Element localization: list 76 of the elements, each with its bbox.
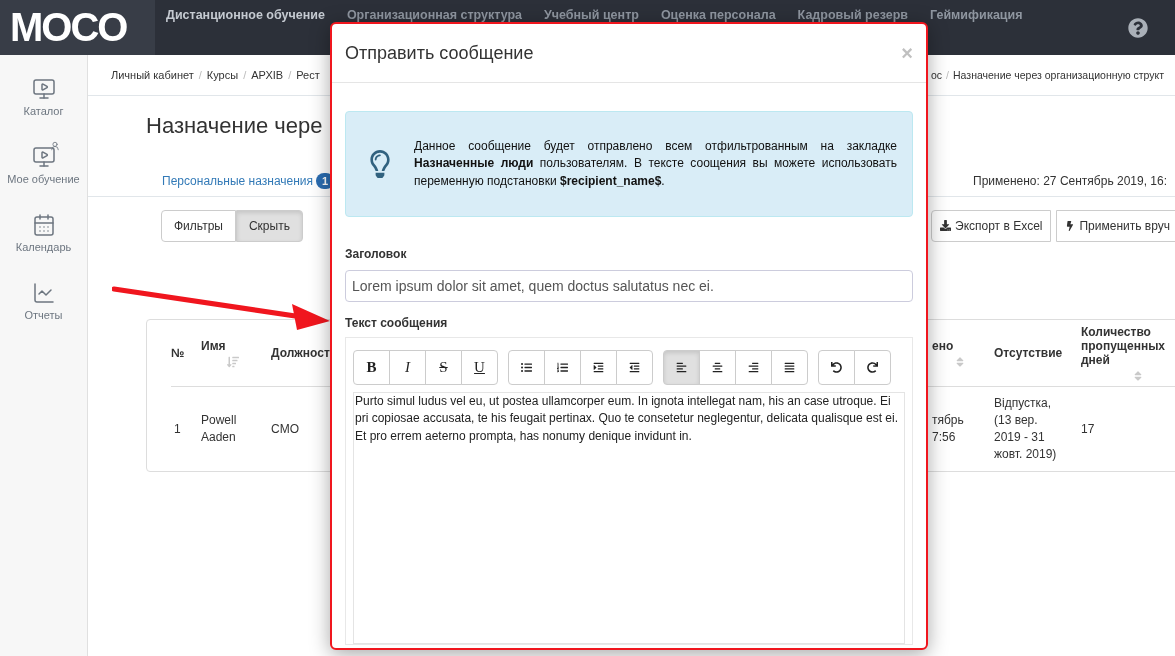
undo-button[interactable] xyxy=(818,350,855,385)
breadcrumb-link[interactable]: ос xyxy=(931,69,943,81)
column-header: Отсутствие xyxy=(994,346,1064,360)
table-cell-text: Powell Aaden xyxy=(201,412,238,446)
undo-icon xyxy=(831,362,842,373)
breadcrumb-link[interactable]: Назначение через организационную структ xyxy=(953,69,1165,81)
indent-icon xyxy=(593,362,604,373)
outdent-icon xyxy=(629,362,640,373)
breadcrumb-separator: / xyxy=(288,69,292,81)
bolt-icon xyxy=(1065,220,1076,231)
subject-input[interactable]: Lorem ipsum dolor sit amet, quem doctus salutatus nec ei. xyxy=(345,270,913,302)
column-header: Должност xyxy=(271,346,331,360)
tab[interactable]: Персональные назначения xyxy=(162,174,314,188)
outdent-button[interactable] xyxy=(616,350,653,385)
chart-icon xyxy=(31,281,56,305)
download-icon xyxy=(940,220,951,231)
filter-toggle-button[interactable]: Скрыть xyxy=(235,209,303,242)
breadcrumb-separator: / xyxy=(198,69,202,81)
breadcrumb-link[interactable]: АРХІВ xyxy=(251,69,284,81)
applied-date-text: Применено: 27 Сентябрь 2019, 16: xyxy=(973,174,1167,188)
align-center-button[interactable] xyxy=(699,350,736,385)
sidebar-item[interactable]: Отчеты xyxy=(0,281,87,341)
strike-button[interactable]: S xyxy=(425,350,462,385)
align-right-button[interactable] xyxy=(735,350,772,385)
breadcrumb-separator: / xyxy=(946,69,949,81)
numbers-button[interactable] xyxy=(544,350,581,385)
sidebar-label: Календарь xyxy=(15,241,72,253)
logo[interactable]: MOCO xyxy=(0,0,155,55)
info-text: Данное сообщение будет отправлено всем отфильтрованным на закладке Назначенные люди пользователям. В тексте соощения вы можете использовать переменную подстановки $recipient_name$. xyxy=(414,137,897,190)
calendar-icon xyxy=(31,213,56,237)
apply-button[interactable]: Применить вруч xyxy=(1056,209,1175,242)
align-right-icon xyxy=(748,362,759,373)
underline-button[interactable]: U xyxy=(461,350,498,385)
export-button[interactable]: Экспорт в Excel xyxy=(931,209,1052,242)
table-cell-text: Відпустка, (13 вер. 2019 - 31 жовт. 2019) xyxy=(994,395,1058,463)
align-left-button[interactable] xyxy=(663,350,700,385)
bullets-button[interactable] xyxy=(508,350,545,385)
table-cell-text: тябрь 7:56 xyxy=(932,412,965,446)
column-header: Имя xyxy=(201,338,227,353)
breadcrumb-separator: / xyxy=(243,69,247,81)
filter-toggle-button[interactable]: Фильтры xyxy=(161,209,236,242)
numbered-list-icon xyxy=(557,362,568,373)
bold-button[interactable]: B xyxy=(353,350,390,385)
sidebar-item[interactable]: Календарь xyxy=(0,213,87,273)
align-justify-icon xyxy=(784,362,795,373)
align-center-icon xyxy=(712,362,723,373)
sidebar-label: Каталог xyxy=(23,105,64,117)
column-header: ено xyxy=(932,338,955,353)
nav-link[interactable]: Геймификация xyxy=(930,0,1023,28)
redo-button[interactable] xyxy=(854,350,891,385)
column-header: № xyxy=(171,346,186,360)
table-cell-text: 1 xyxy=(173,420,181,438)
breadcrumb-link[interactable]: Рест xyxy=(296,69,320,81)
table-cell: 17 xyxy=(1081,420,1095,438)
sidebar-item[interactable]: Каталог xyxy=(0,77,87,137)
dialog-title: Отправить сообщение xyxy=(345,42,534,64)
field-label: Заголовок xyxy=(345,247,408,261)
message-text-area[interactable]: Purto simul ludus vel eu, ut postea ullamcorper eum. In ignota intellegat nam, his an case utroque. Ei pri copiosae accusata, te his feugait pertinax. Quo te consetetur neglegentur, delicata qualisque est ei. Et pro errem aeterno prompta, has nonumy denique invidunt in. xyxy=(353,392,905,644)
sidebar-label: Мое обучение xyxy=(7,173,80,185)
video-screen-icon xyxy=(31,77,56,101)
field-label: Текст сообщения xyxy=(345,316,449,330)
help-icon[interactable] xyxy=(1128,17,1148,38)
sidebar-label: Отчеты xyxy=(24,309,63,321)
sidebar-item[interactable]: Мое обучение xyxy=(0,145,87,205)
column-header: Количество пропущенных дней xyxy=(1081,324,1167,367)
breadcrumb-link[interactable]: Курсы xyxy=(206,69,239,81)
nav-link[interactable]: Дистанционное обучение xyxy=(166,0,325,28)
bulleted-list-icon xyxy=(521,362,532,373)
justify-button[interactable] xyxy=(771,350,808,385)
page-title: Назначение чере xyxy=(146,113,323,140)
italic-button[interactable]: I xyxy=(389,350,426,385)
redo-icon xyxy=(867,362,878,373)
indent-button[interactable] xyxy=(580,350,617,385)
table-cell: CMO xyxy=(271,420,299,438)
align-left-icon xyxy=(676,362,687,373)
breadcrumb-link[interactable]: Личный кабинет xyxy=(111,69,194,81)
